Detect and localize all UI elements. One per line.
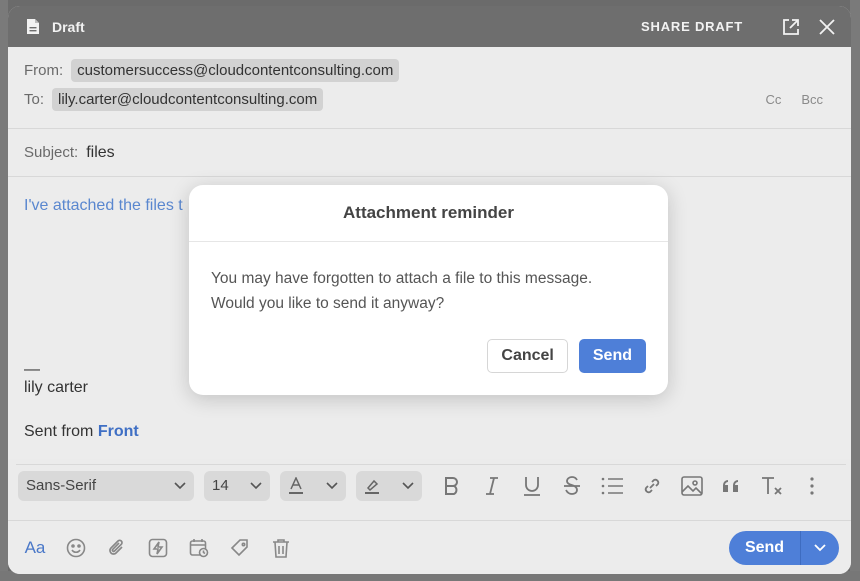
dialog-send-button[interactable]: Send bbox=[578, 339, 646, 373]
dialog-message-line1: You may have forgotten to attach a file … bbox=[211, 270, 593, 287]
dialog-message: You may have forgotten to attach a file … bbox=[189, 242, 668, 316]
dialog-actions: Cancel Send bbox=[487, 339, 646, 373]
cancel-button[interactable]: Cancel bbox=[487, 339, 568, 373]
dialog-title: Attachment reminder bbox=[189, 185, 668, 242]
attachment-reminder-dialog: Attachment reminder You may have forgott… bbox=[189, 185, 668, 395]
dialog-message-line2: Would you like to send it anyway? bbox=[211, 295, 445, 312]
